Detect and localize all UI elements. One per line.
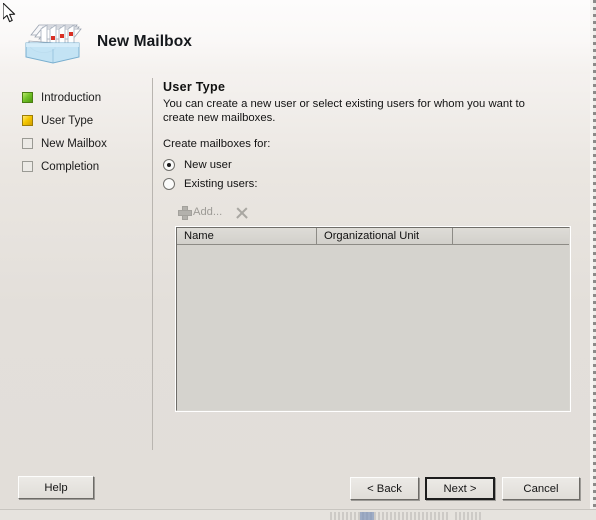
column-header-organizational-unit[interactable]: Organizational Unit <box>317 228 453 244</box>
column-header-name[interactable]: Name <box>177 228 317 244</box>
sidebar-item-label: Introduction <box>41 91 102 104</box>
wizard-header: New Mailbox <box>0 0 590 74</box>
step-complete-icon <box>22 92 33 103</box>
listview-body[interactable] <box>177 245 569 409</box>
add-button[interactable]: Add... <box>178 203 222 221</box>
column-header-blank[interactable] <box>453 228 569 244</box>
content-pane: User Type You can create a new user or s… <box>163 80 575 412</box>
step-current-icon <box>22 115 33 126</box>
wizard-step-list: Introduction User Type New Mailbox Compl… <box>22 86 144 178</box>
x-remove-icon <box>236 207 247 218</box>
sidebar-content-divider <box>152 78 153 450</box>
radio-existing-users-indicator[interactable] <box>163 178 175 190</box>
listview-header-row: Name Organizational Unit <box>177 228 569 245</box>
background-artifact <box>455 512 483 520</box>
sidebar-item-label: New Mailbox <box>41 137 107 150</box>
mailbox-card-file-icon <box>25 24 82 64</box>
section-description: You can create a new user or select exis… <box>163 98 525 124</box>
sidebar-item-label: Completion <box>41 160 100 173</box>
sidebar-item-label: User Type <box>41 114 94 127</box>
radio-new-user-label: New user <box>184 159 232 171</box>
window-right-edge-cover <box>590 0 593 520</box>
back-button[interactable]: < Back <box>350 477 419 500</box>
sidebar-item-user-type[interactable]: User Type <box>22 109 144 132</box>
create-mailboxes-for-label: Create mailboxes for: <box>163 138 271 150</box>
wizard-window: New Mailbox Introduction User Type New M… <box>0 0 590 508</box>
section-title: User Type <box>163 80 226 94</box>
step-pending-icon <box>22 161 33 172</box>
listview-toolbar: Add... <box>178 202 575 222</box>
sidebar-item-completion[interactable]: Completion <box>22 155 144 178</box>
radio-existing-users[interactable]: Existing users: <box>163 175 575 193</box>
background-artifact <box>330 512 450 520</box>
sidebar-item-new-mailbox[interactable]: New Mailbox <box>22 132 144 155</box>
cancel-button[interactable]: Cancel <box>502 477 580 500</box>
help-button[interactable]: Help <box>18 476 94 499</box>
remove-button[interactable] <box>236 203 247 221</box>
plus-icon <box>178 206 192 220</box>
add-button-label: Add... <box>193 206 223 218</box>
listview-frame: Name Organizational Unit <box>176 227 570 411</box>
background-artifact <box>360 512 374 520</box>
existing-users-listview[interactable]: Name Organizational Unit <box>175 226 571 412</box>
desktop-bottom-strip <box>0 509 596 520</box>
step-pending-icon <box>22 138 33 149</box>
page-title: New Mailbox <box>97 33 192 50</box>
radio-existing-users-label: Existing users: <box>184 178 258 190</box>
radio-new-user-indicator[interactable] <box>163 159 175 171</box>
sidebar-item-introduction[interactable]: Introduction <box>22 86 144 109</box>
next-button[interactable]: Next > <box>425 477 495 500</box>
radio-new-user[interactable]: New user <box>163 156 575 174</box>
